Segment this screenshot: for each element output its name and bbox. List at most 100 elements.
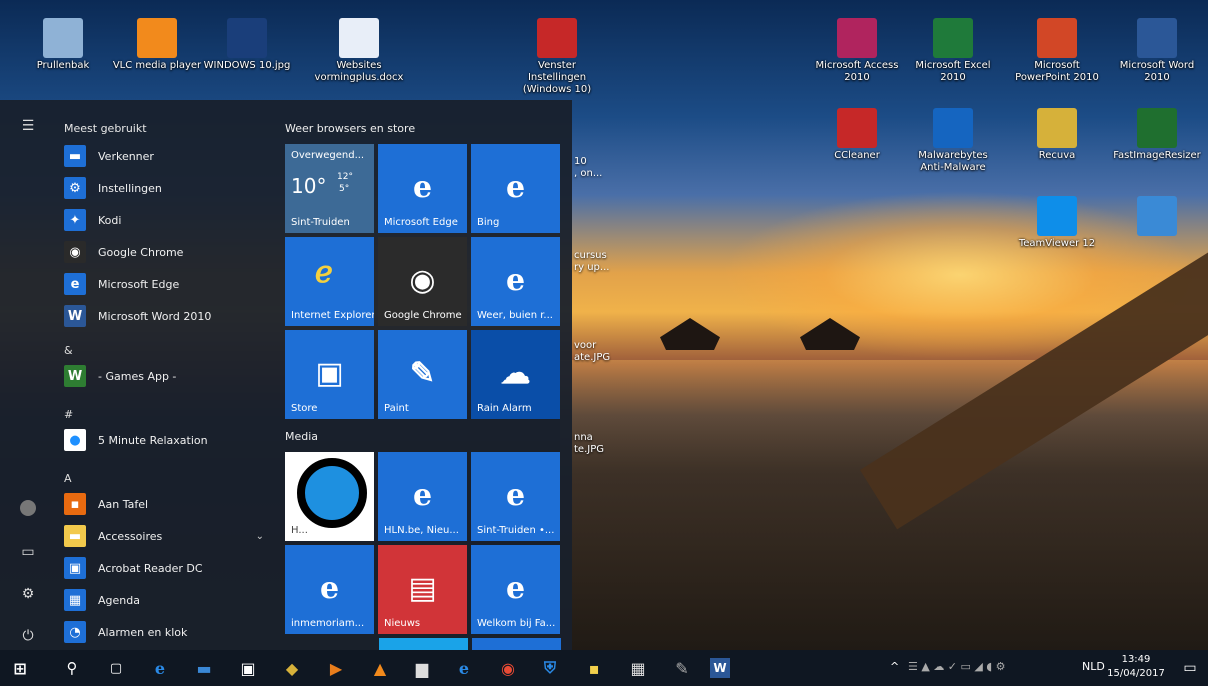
- desktop-icon[interactable]: CCleaner: [812, 108, 902, 162]
- start-tile[interactable]: ℯ Internet Explorer: [285, 237, 374, 326]
- chrome-icon: ◉: [64, 241, 86, 263]
- start-app-item[interactable]: ▬ Accessoires ⌄: [64, 522, 270, 550]
- app-label: Instellingen: [98, 181, 162, 195]
- app-icon[interactable]: ◆: [278, 654, 306, 682]
- tray-show-hidden-icon[interactable]: ^: [890, 660, 899, 673]
- control-panel-icon: [1137, 196, 1177, 236]
- relaxation-icon: [297, 458, 367, 528]
- shield-icon[interactable]: ⛨: [536, 654, 564, 682]
- start-tile[interactable]: e Bing: [471, 144, 560, 233]
- desktop-icon[interactable]: Microsoft Word 2010: [1112, 18, 1202, 84]
- chrome-icon: ◉: [409, 263, 436, 298]
- user-avatar-icon[interactable]: [14, 494, 42, 522]
- start-app-item[interactable]: ● 5 Minute Relaxation: [64, 426, 270, 454]
- vlc-icon[interactable]: ▲: [366, 654, 394, 682]
- desktop-icon[interactable]: [1112, 196, 1202, 238]
- app-label: - Games App -: [98, 369, 177, 383]
- start-app-item[interactable]: ▦ Agenda: [64, 586, 270, 614]
- partial-label: nna te.JPG: [574, 432, 604, 455]
- start-app-item[interactable]: ◔ Alarmen en klok: [64, 618, 270, 646]
- task-view-icon[interactable]: ▢: [102, 654, 130, 682]
- store-icon: ▣: [315, 356, 344, 391]
- power-icon[interactable]: ⏻: [14, 622, 42, 650]
- alphabet-header[interactable]: A: [64, 472, 72, 485]
- start-app-item[interactable]: ▬ Verkenner: [64, 142, 270, 170]
- desktop-icon[interactable]: Websites vormingplus.docx: [314, 18, 404, 84]
- desktop-icon[interactable]: TeamViewer 12: [1012, 196, 1102, 250]
- action-center-icon[interactable]: ▭: [1176, 654, 1204, 682]
- start-tile[interactable]: [472, 638, 561, 650]
- windows-start-icon[interactable]: ⊞: [6, 654, 34, 682]
- app-label: Microsoft Word 2010: [98, 309, 212, 323]
- search-icon[interactable]: ⚲: [58, 654, 86, 682]
- partial-label: cursus ry up...: [574, 250, 610, 273]
- start-app-item[interactable]: ✦ Kodi: [64, 206, 270, 234]
- start-tile[interactable]: H...: [285, 452, 374, 541]
- start-app-item[interactable]: W - Games App -: [64, 362, 270, 390]
- store-icon[interactable]: ▣: [234, 654, 262, 682]
- start-tile[interactable]: e Weer, buien r...: [471, 237, 560, 326]
- desktop-icon[interactable]: Malwarebytes Anti-Malware: [908, 108, 998, 174]
- start-tile[interactable]: ▤ Nieuws: [378, 545, 467, 634]
- chrome-icon[interactable]: ◉: [494, 654, 522, 682]
- desktop-icon-label: Malwarebytes Anti-Malware: [918, 150, 988, 173]
- edge-icon[interactable]: e: [146, 654, 174, 682]
- start-tile[interactable]: ◉ Google Chrome: [378, 237, 467, 326]
- app-label: Accessoires: [98, 529, 163, 543]
- start-tile[interactable]: e Welkom bij Fa...: [471, 545, 560, 634]
- start-tile[interactable]: ▣ Store: [285, 330, 374, 419]
- chevron-down-icon[interactable]: ⌄: [256, 531, 264, 542]
- app-label: Verkenner: [98, 149, 154, 163]
- desktop-icon[interactable]: Microsoft Excel 2010: [908, 18, 998, 84]
- edge-icon: e: [505, 478, 526, 513]
- start-tile[interactable]: e inmemoriam...: [285, 545, 374, 634]
- calculator-icon[interactable]: ▦: [624, 654, 652, 682]
- desktop-icon[interactable]: FastImageResizer: [1112, 108, 1202, 162]
- desktop-icon[interactable]: Microsoft Access 2010: [812, 18, 902, 84]
- desktop-icon[interactable]: WINDOWS 10.jpg: [202, 18, 292, 72]
- tile-label: HLN.be, Nieu...: [384, 525, 459, 536]
- media-icon[interactable]: ▶: [322, 654, 350, 682]
- start-app-item[interactable]: W Microsoft Word 2010: [64, 302, 270, 330]
- desktop-icon[interactable]: Prullenbak: [18, 18, 108, 72]
- alphabet-header[interactable]: #: [64, 408, 73, 421]
- clock[interactable]: 13:49 15/04/2017: [1104, 653, 1168, 681]
- games-app-icon: W: [64, 365, 86, 387]
- edge-icon: e: [412, 478, 433, 513]
- internet-explorer-icon[interactable]: e: [450, 654, 478, 682]
- tile-label: inmemoriam...: [291, 618, 365, 629]
- settings-gear-icon[interactable]: ⚙: [14, 580, 42, 608]
- paint-icon[interactable]: ✎: [668, 654, 696, 682]
- desktop-icon-label: Microsoft Word 2010: [1119, 60, 1195, 83]
- hamburger-menu-icon[interactable]: ☰: [14, 112, 42, 140]
- desktop-icon[interactable]: VLC media player: [112, 18, 202, 72]
- desktop-icon[interactable]: Microsoft PowerPoint 2010: [1012, 18, 1102, 84]
- language-indicator[interactable]: NLD: [1082, 660, 1105, 673]
- start-app-item[interactable]: ▣ Acrobat Reader DC: [64, 554, 270, 582]
- start-app-item[interactable]: ⚙ Instellingen: [64, 174, 270, 202]
- alphabet-header[interactable]: &: [64, 344, 73, 357]
- most-used-title: Meest gebruikt: [64, 122, 147, 135]
- rain-alarm-icon: ☁: [500, 356, 531, 391]
- computer-icon[interactable]: ▆: [408, 654, 436, 682]
- start-app-item[interactable]: ▪ Aan Tafel: [64, 490, 270, 518]
- desktop-icon[interactable]: Venster Instellingen (Windows 10): [512, 18, 602, 96]
- start-tile[interactable]: ☁ Rain Alarm: [471, 330, 560, 419]
- start-tile[interactable]: [379, 638, 468, 650]
- start-app-item[interactable]: e Microsoft Edge: [64, 270, 270, 298]
- file-explorer-icon[interactable]: ▬: [190, 654, 218, 682]
- start-tile[interactable]: e Microsoft Edge: [378, 144, 467, 233]
- desktop-icon-label: Microsoft Access 2010: [815, 60, 899, 83]
- app-label: Google Chrome: [98, 245, 184, 259]
- start-tile[interactable]: Overwegend... 10° 12° 5° Sint-Truiden: [285, 144, 374, 233]
- desktop-icon[interactable]: Recuva: [1012, 108, 1102, 162]
- start-app-item[interactable]: ◉ Google Chrome: [64, 238, 270, 266]
- tray-icons[interactable]: ☰ ▲ ☁ ✓ ▭ ◢ ◖ ⚙: [908, 660, 1006, 673]
- start-tile[interactable]: e HLN.be, Nieu...: [378, 452, 467, 541]
- word-icon[interactable]: W: [710, 658, 730, 678]
- documents-icon[interactable]: ▭: [14, 538, 42, 566]
- tile-label: Store: [291, 403, 318, 414]
- start-tile[interactable]: e Sint-Truiden •...: [471, 452, 560, 541]
- start-tile[interactable]: ✎ Paint: [378, 330, 467, 419]
- sticky-notes-icon[interactable]: ▪: [580, 654, 608, 682]
